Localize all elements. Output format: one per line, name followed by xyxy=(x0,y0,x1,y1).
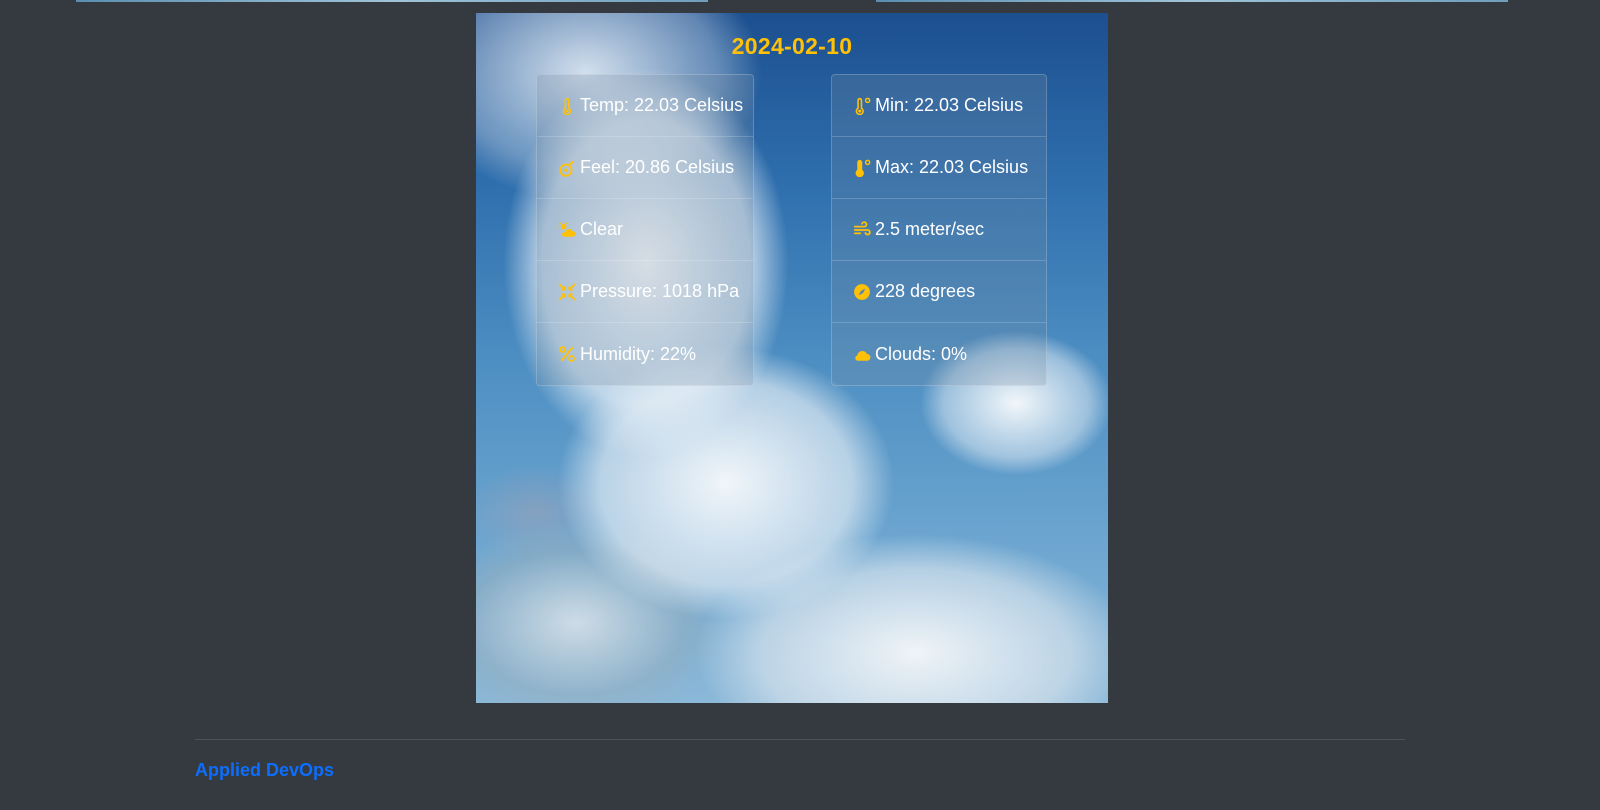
cloud-sun-icon xyxy=(558,221,576,239)
thermometer-high-icon xyxy=(853,159,871,177)
wind-speed-label: 2.5 meter/sec xyxy=(875,219,985,239)
wind-direction-item: 228 degrees xyxy=(832,261,1046,323)
clouds-item: Clouds: 0% xyxy=(832,323,1046,385)
footer-brand-link[interactable]: Applied DevOps xyxy=(195,760,334,781)
wind-icon xyxy=(853,220,871,239)
top-image-strip-left xyxy=(76,0,708,2)
clouds-label: Clouds: 0% xyxy=(875,343,968,364)
percent-icon xyxy=(558,345,576,363)
min-temp-label: Min: 22.03 Celsius xyxy=(875,95,1024,115)
thermometer-icon xyxy=(558,97,576,115)
footer-divider xyxy=(195,739,1405,740)
pressure-item: Pressure: 1018 hPa xyxy=(537,261,753,323)
thermometer-low-icon xyxy=(853,97,871,115)
condition-label: Clear xyxy=(580,219,624,239)
wind-direction-label: 228 degrees xyxy=(875,281,976,301)
metrics-list-left: Temp: 22.03 Celsius Feel: 20.86 Celsius … xyxy=(536,74,754,386)
max-temp-item: Max: 22.03 Celsius xyxy=(832,137,1046,199)
compass-icon xyxy=(853,283,871,301)
humidity-item: Humidity: 22% xyxy=(537,323,753,385)
feels-like-label: Feel: 20.86 Celsius xyxy=(580,157,735,177)
min-temp-item: Min: 22.03 Celsius xyxy=(832,75,1046,137)
condition-item: Clear xyxy=(537,199,753,261)
feels-like-icon xyxy=(558,159,576,177)
pressure-label: Pressure: 1018 hPa xyxy=(580,281,740,301)
temp-label: Temp: 22.03 Celsius xyxy=(580,95,744,115)
feels-like-item: Feel: 20.86 Celsius xyxy=(537,137,753,199)
cloud-icon xyxy=(853,345,871,363)
max-temp-label: Max: 22.03 Celsius xyxy=(875,157,1029,177)
top-image-strip-right xyxy=(876,0,1508,2)
humidity-label: Humidity: 22% xyxy=(580,343,697,364)
metrics-list-right: Min: 22.03 Celsius Max: 22.03 Celsius 2.… xyxy=(831,74,1047,386)
weather-card: 2024-02-10 Temp: 22.03 Celsius Feel: 20.… xyxy=(476,13,1108,703)
temp-item: Temp: 22.03 Celsius xyxy=(537,75,753,137)
wind-speed-item: 2.5 meter/sec xyxy=(832,199,1046,261)
date-title: 2024-02-10 xyxy=(731,33,853,59)
pressure-icon xyxy=(558,282,576,301)
